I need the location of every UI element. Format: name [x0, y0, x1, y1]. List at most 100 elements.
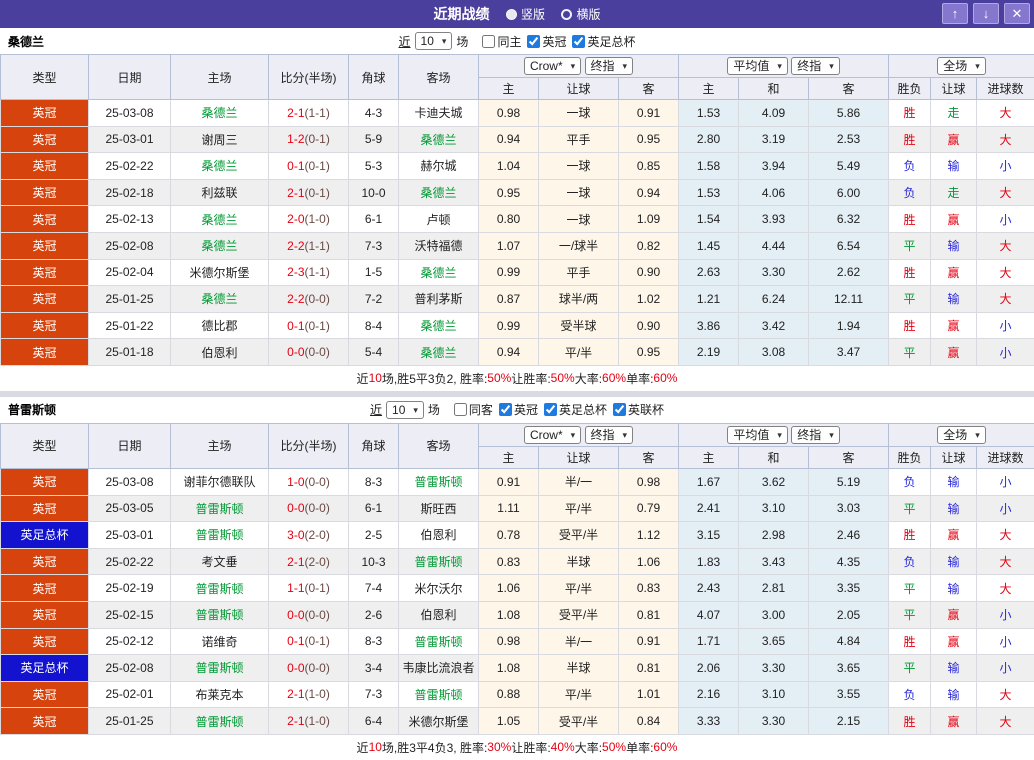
competition-badge: 英冠 [1, 126, 89, 153]
goals-result: 小 [977, 339, 1034, 366]
corner-score: 5-9 [349, 126, 399, 153]
avg-source-select[interactable]: 平均值▾ [727, 57, 788, 75]
checkbox-input[interactable] [499, 403, 512, 416]
checkbox-input[interactable] [572, 35, 585, 48]
match-date: 25-02-18 [89, 179, 171, 206]
avg-away: 6.54 [809, 232, 889, 259]
scope-select[interactable]: 全场▾ [937, 57, 986, 75]
filter-checkbox[interactable]: 英冠 [527, 33, 566, 50]
away-team: 普雷斯顿 [399, 548, 479, 575]
move-down-button[interactable]: ↓ [973, 3, 999, 24]
checkbox-input[interactable] [527, 35, 540, 48]
match-score: 1-1(0-1) [269, 575, 349, 602]
corner-score: 3-4 [349, 655, 399, 682]
filter-checkbox[interactable]: 英足总杯 [572, 33, 635, 50]
odds-handicap: 一球 [539, 153, 619, 180]
odds-source-select[interactable]: Crow*▾ [524, 426, 581, 444]
odds-group-header: Crow*▾ 终指▾ [479, 423, 679, 446]
fulltime-score: 0-1 [287, 634, 304, 648]
col-result: 胜负 [889, 78, 931, 100]
chevron-down-icon: ▾ [571, 428, 576, 442]
avg-source-select[interactable]: 平均值▾ [727, 426, 788, 444]
avg-home: 3.33 [679, 708, 739, 735]
odds-home: 0.94 [479, 126, 539, 153]
col-goals: 进球数 [977, 78, 1034, 100]
goals-result: 大 [977, 708, 1034, 735]
odds-home: 1.07 [479, 232, 539, 259]
match-date: 25-01-18 [89, 339, 171, 366]
move-up-button[interactable]: ↑ [942, 3, 968, 24]
radio-vertical-label[interactable]: 竖版 [521, 8, 545, 22]
checkbox-input[interactable] [544, 403, 557, 416]
summary-segment: 10 [369, 740, 382, 754]
avg-away: 6.00 [809, 179, 889, 206]
halftime-score: (1-0) [305, 687, 330, 701]
match-row: 英冠25-02-22桑德兰0-1(0-1)5-3赫尔城1.04一球0.851.5… [1, 153, 1034, 180]
match-row: 英冠25-03-08桑德兰2-1(1-1)4-3卡迪夫城0.98一球0.911.… [1, 100, 1034, 127]
col-handicap-result: 让球 [931, 78, 977, 100]
match-row: 英冠25-01-25桑德兰2-2(0-0)7-2普利茅斯0.87球半/两1.02… [1, 286, 1034, 313]
radio-horizontal-label[interactable]: 横版 [576, 8, 600, 22]
match-row: 英冠25-02-01布莱克本2-1(1-0)7-3普雷斯顿0.88平/半1.01… [1, 681, 1034, 708]
col-away: 客场 [399, 423, 479, 468]
handicap-result: 输 [931, 495, 977, 522]
filter-checkbox[interactable]: 英冠 [499, 401, 538, 418]
section-filter-row: 普雷斯顿 近 10▾ 场 同客英冠英足总杯英联杯 [0, 397, 1034, 423]
radio-vertical-layout[interactable] [506, 9, 517, 20]
col-date: 日期 [89, 55, 171, 100]
avg-home: 1.83 [679, 548, 739, 575]
avg-final-select[interactable]: 终指▾ [791, 426, 840, 444]
avg-home: 1.71 [679, 628, 739, 655]
checkbox-label: 同主 [497, 33, 521, 50]
odds-handicap: 受平/半 [539, 708, 619, 735]
checkbox-input[interactable] [613, 403, 626, 416]
match-score: 0-0(0-0) [269, 655, 349, 682]
fulltime-score: 2-1 [287, 714, 304, 728]
filter-checkbox[interactable]: 英联杯 [613, 401, 664, 418]
odds-home: 1.11 [479, 495, 539, 522]
scope-select[interactable]: 全场▾ [937, 426, 986, 444]
avg-draw: 3.10 [739, 495, 809, 522]
odds-handicap: 平手 [539, 126, 619, 153]
checkbox-label: 英足总杯 [559, 401, 607, 418]
scope-value: 全场 [943, 59, 967, 73]
match-score: 2-1(1-0) [269, 708, 349, 735]
checkbox-input[interactable] [454, 403, 467, 416]
odds-final-select[interactable]: 终指▾ [585, 426, 634, 444]
home-team: 普雷斯顿 [171, 575, 269, 602]
competition-badge: 英冠 [1, 312, 89, 339]
filter-checkbox[interactable]: 英足总杯 [544, 401, 607, 418]
odds-handicap: 受平/半 [539, 601, 619, 628]
odds-source-select[interactable]: Crow*▾ [524, 57, 581, 75]
radio-horizontal-layout[interactable] [561, 9, 572, 20]
odds-home: 0.83 [479, 548, 539, 575]
home-team: 桑德兰 [171, 206, 269, 233]
avg-away: 3.47 [809, 339, 889, 366]
corner-score: 2-5 [349, 522, 399, 549]
games-unit-label: 场 [456, 33, 468, 50]
home-team: 桑德兰 [171, 100, 269, 127]
match-score: 2-2(0-0) [269, 286, 349, 313]
close-button[interactable]: ✕ [1004, 3, 1030, 24]
avg-draw: 3.30 [739, 259, 809, 286]
match-date: 25-02-22 [89, 153, 171, 180]
filter-checkbox[interactable]: 同主 [482, 33, 521, 50]
match-row: 英冠25-03-01谢周三1-2(0-1)5-9桑德兰0.94平手0.952.8… [1, 126, 1034, 153]
match-score: 2-3(1-1) [269, 259, 349, 286]
fulltime-score: 2-3 [287, 265, 304, 279]
avg-draw: 2.81 [739, 575, 809, 602]
odds-final-select[interactable]: 终指▾ [585, 57, 634, 75]
match-date: 25-01-25 [89, 708, 171, 735]
odds-away: 0.83 [619, 575, 679, 602]
games-count-select[interactable]: 10▾ [415, 32, 453, 50]
match-date: 25-02-13 [89, 206, 171, 233]
odds-final-value: 终指 [591, 59, 615, 73]
avg-final-select[interactable]: 终指▾ [791, 57, 840, 75]
corner-score: 2-6 [349, 601, 399, 628]
games-count-select[interactable]: 10▾ [386, 401, 424, 419]
checkbox-input[interactable] [482, 35, 495, 48]
fulltime-score: 0-1 [287, 159, 304, 173]
avg-draw: 3.42 [739, 312, 809, 339]
filter-checkbox[interactable]: 同客 [454, 401, 493, 418]
halftime-score: (0-0) [305, 608, 330, 622]
